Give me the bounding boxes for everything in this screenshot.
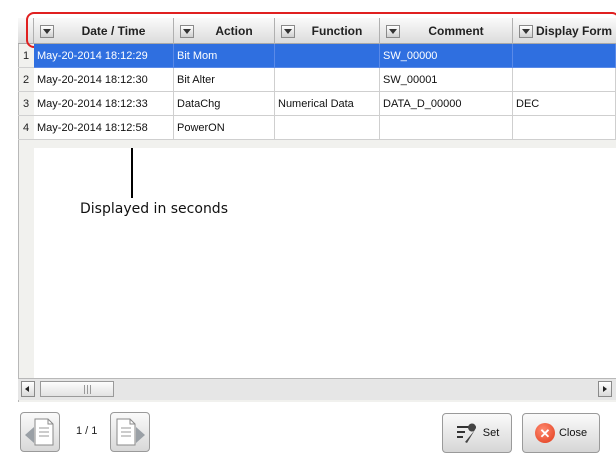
cell-action: Bit Alter xyxy=(174,68,275,92)
cell-display-form xyxy=(513,116,616,140)
close-button[interactable]: ✕ Close xyxy=(522,413,600,453)
cell-datetime: May-20-2014 18:12:58 xyxy=(34,116,174,140)
row-number: 1 xyxy=(18,44,34,68)
cell-function xyxy=(275,68,380,92)
row-number: 2 xyxy=(18,68,34,92)
cell-comment: SW_00001 xyxy=(380,68,513,92)
row-number: 4 xyxy=(18,116,34,140)
horizontal-scrollbar[interactable] xyxy=(18,378,616,400)
scroll-left-icon[interactable] xyxy=(21,381,35,397)
cell-action: DataChg xyxy=(174,92,275,116)
cell-function: Numerical Data xyxy=(275,92,380,116)
set-wrench-icon xyxy=(456,423,476,443)
scroll-right-icon[interactable] xyxy=(598,381,612,397)
scrollbar-thumb[interactable] xyxy=(40,381,114,397)
row-number: 3 xyxy=(18,92,34,116)
cell-datetime: May-20-2014 18:12:29 xyxy=(34,44,174,68)
cell-display-form: DEC xyxy=(513,92,616,116)
cell-function xyxy=(275,116,380,140)
close-button-label: Close xyxy=(558,427,588,439)
page-indicator: 1 / 1 xyxy=(76,425,98,437)
grip-line xyxy=(87,385,88,394)
cell-function xyxy=(275,44,380,68)
page-next-icon xyxy=(116,418,145,446)
annotation-text: Displayed in seconds xyxy=(80,201,228,217)
cell-comment xyxy=(380,116,513,140)
table-row[interactable]: May-20-2014 18:12:58 PowerON xyxy=(34,116,616,140)
previous-page-button[interactable] xyxy=(20,412,60,452)
next-page-button[interactable] xyxy=(110,412,150,452)
set-button[interactable]: Set xyxy=(442,413,512,453)
close-icon: ✕ xyxy=(534,423,555,443)
table-row[interactable]: May-20-2014 18:12:29 Bit Mom SW_00000 xyxy=(34,44,616,68)
cell-datetime: May-20-2014 18:12:30 xyxy=(34,68,174,92)
cell-display-form xyxy=(513,68,616,92)
annotation-leader-line xyxy=(131,148,133,198)
cell-action: Bit Mom xyxy=(174,44,275,68)
table-empty-area xyxy=(34,148,616,378)
cell-action: PowerON xyxy=(174,116,275,140)
set-button-label: Set xyxy=(482,427,500,439)
cell-comment: SW_00000 xyxy=(380,44,513,68)
table-row[interactable]: May-20-2014 18:12:30 Bit Alter SW_00001 xyxy=(34,68,616,92)
header-highlight-box xyxy=(26,12,616,48)
grip-line xyxy=(84,385,85,394)
cell-display-form xyxy=(513,44,616,68)
grip-line xyxy=(90,385,91,394)
cell-datetime: May-20-2014 18:12:33 xyxy=(34,92,174,116)
cell-comment: DATA_D_00000 xyxy=(380,92,513,116)
table-row[interactable]: May-20-2014 18:12:33 DataChg Numerical D… xyxy=(34,92,616,116)
page-previous-icon xyxy=(25,418,54,446)
